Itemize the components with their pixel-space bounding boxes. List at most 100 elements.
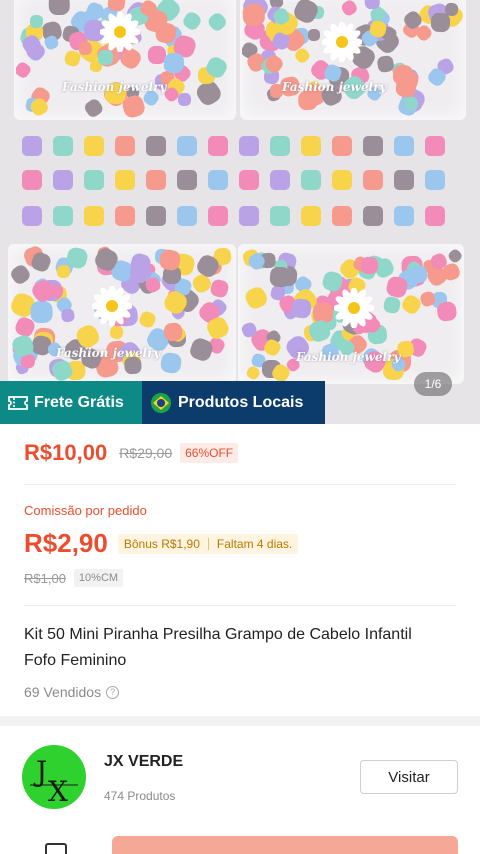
hair-clip [177,206,197,226]
hair-clip [425,170,445,190]
hair-clip [332,170,352,190]
bonus-text: Bônus R$1,90 [123,536,200,551]
original-price: R$29,00 [119,445,173,461]
hair-clip [239,136,259,156]
hair-clip [430,13,450,33]
hair-clip [146,206,166,226]
free-shipping-badge: Frete Grátis [0,381,142,424]
hair-clip [363,136,383,156]
clip-bag-top-right: Fashion jewelry [240,0,466,120]
hair-clip [180,10,203,33]
product-title: Kit 50 Mini Piranha Presilha Grampo de C… [24,626,412,669]
section-separator [0,716,480,726]
hair-clip [115,170,135,190]
hair-clip [53,206,73,226]
discount-badge: 66%OFF [180,443,239,463]
hair-clip [22,170,42,190]
hair-clip [308,29,321,42]
shop-logo-icon: J X [30,755,78,808]
commission-amount: R$2,90 [24,528,108,558]
hair-clip [242,284,270,312]
hair-clip [208,206,228,226]
hair-clip [270,206,290,226]
price-row: R$10,00 R$29,00 66%OFF [24,440,239,466]
divider [24,484,456,485]
commission-old-row: R$1,00 10%CM [24,569,124,587]
hair-clip [270,136,290,156]
hair-clip [208,136,228,156]
local-products-label: Produtos Locais [178,393,304,411]
hair-clip [29,14,44,28]
shop-product-count: 474 Produtos [104,789,176,803]
daisy-icon [92,286,132,326]
watermark-text: Fashion jewelry [56,346,161,360]
hair-clip [137,309,157,330]
loose-clips-area [0,128,480,238]
watermark-text: Fashion jewelry [296,350,401,364]
clip-row [22,136,462,160]
bonus-divider [207,537,209,550]
clip-row [22,206,462,230]
hair-clip [177,136,197,156]
clip-bag-bottom-right: Fashion jewelry [238,244,464,384]
badge-strip: Frete Grátis Produtos Locais [0,381,325,424]
hair-clip [301,170,321,190]
hair-clip [22,136,42,156]
hair-clip [425,206,445,226]
hair-clip [209,278,231,299]
hair-clip [339,0,360,19]
hair-clip [239,170,259,190]
hair-clip [242,3,266,27]
hair-clip [363,170,383,190]
hair-clip [270,170,290,190]
hair-clip [332,206,352,226]
hair-clip [84,206,104,226]
hair-clip [48,0,70,16]
shop-name[interactable]: JX VERDE [104,753,183,771]
hair-clip [177,170,197,190]
hair-clip [115,136,135,156]
hair-clip [53,136,73,156]
hair-clip [84,136,104,156]
hair-clip [178,93,192,107]
daisy-icon [322,22,362,62]
hair-clip [115,206,135,226]
bonus-deadline: Faltam 4 dias. [216,536,293,551]
clip-row [22,170,462,194]
hair-clip [146,170,166,190]
clip-bag-bottom-left: Fashion jewelry [8,244,236,384]
hair-clip [84,170,104,190]
hair-clip [394,170,414,190]
hair-clip [205,10,229,35]
shop-avatar[interactable]: J X [22,745,86,809]
clip-bag-top-left: Fashion jewelry [14,0,236,120]
hair-clip [301,136,321,156]
hair-clip [446,247,462,265]
svg-text:X: X [48,775,68,808]
hair-clip [22,206,42,226]
hair-clip [146,136,166,156]
buy-button[interactable] [112,836,458,854]
visit-shop-button[interactable]: Visitar [360,760,458,794]
daisy-icon [334,288,374,328]
commission-row: R$2,90 Bônus R$1,90 Faltam 4 dias. [24,528,299,559]
sold-count-text: 69 Vendidos [24,684,102,700]
image-counter: 1/6 [414,372,452,396]
hair-clip [301,206,321,226]
hair-clip [108,324,126,342]
hair-clip [409,265,428,284]
current-price: R$10,00 [24,440,108,465]
hair-clip [332,136,352,156]
commission-label: Comissão por pedido [24,503,147,518]
info-icon[interactable]: ? [106,685,120,699]
store-icon[interactable] [44,842,68,854]
product-image-gallery[interactable]: Fashion jewelry Fashion jewelry Fashion … [0,0,480,424]
commission-old-amount: R$1,00 [24,570,66,586]
free-shipping-label: Frete Grátis [34,393,124,411]
hair-clip [16,60,33,80]
ticket-icon [8,395,28,410]
hair-clip [291,298,313,319]
daisy-icon [100,12,140,52]
svg-text:J: J [33,755,47,788]
hair-clip [382,295,401,314]
